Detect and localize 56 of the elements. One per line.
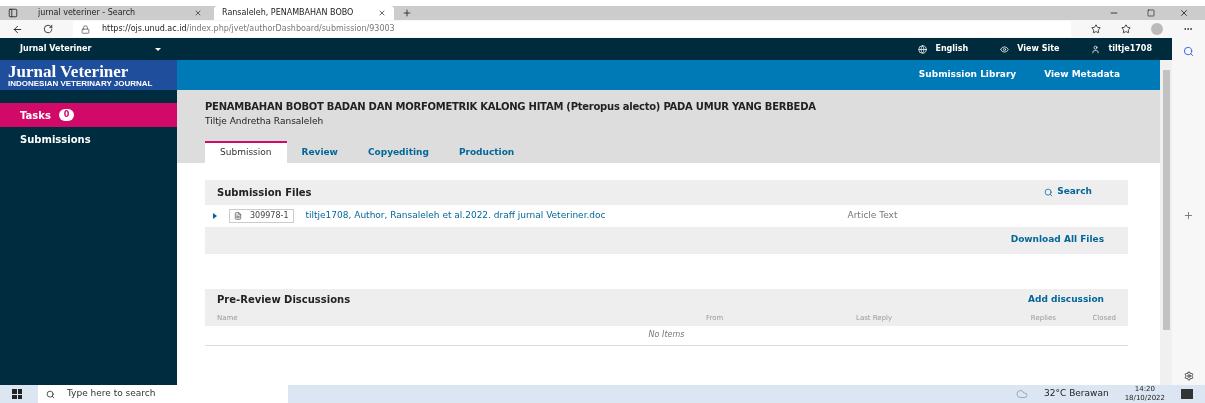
- user-icon: [1091, 44, 1101, 54]
- count-badge: 0: [58, 109, 75, 121]
- close-icon[interactable]: [1179, 8, 1189, 18]
- eye-icon: [1000, 44, 1010, 54]
- restore-icon[interactable]: [1147, 9, 1155, 17]
- search-link[interactable]: Search: [1044, 185, 1092, 199]
- file-icon: [234, 211, 242, 220]
- url-text: https://ojs.unud.ac.id/index.php/jvet/authorDashboard/submission/93003: [102, 23, 395, 35]
- settings-icon[interactable]: [1183, 371, 1194, 381]
- address-bar[interactable]: https://ojs.unud.ac.id/index.php/jvet/authorDashboard/submission/93003: [73, 21, 1071, 37]
- header-link[interactable]: Submission Library: [918, 68, 1017, 82]
- add-icon[interactable]: [1183, 210, 1194, 221]
- sidebar-item[interactable]: Tasks 0: [0, 103, 177, 127]
- logo-subtitle: INDONESIAN VETERINARY JOURNAL: [8, 79, 154, 88]
- globe-icon: [918, 44, 928, 54]
- lock-icon: [81, 24, 90, 34]
- search-icon[interactable]: [1183, 46, 1194, 57]
- search-icon: [1044, 187, 1054, 197]
- logo-title: Jurnal Veteriner: [8, 62, 130, 80]
- expand-icon[interactable]: [213, 212, 217, 219]
- add-discussion-link[interactable]: Add discussion: [1028, 292, 1104, 307]
- browser-tab[interactable]: Ransaleleh, PENAMBAHAN BOBO: [214, 6, 394, 20]
- top-link[interactable]: English: [918, 43, 969, 55]
- empty-message: No Items: [648, 329, 685, 341]
- top-link[interactable]: View Site: [1000, 43, 1060, 55]
- favorite-icon[interactable]: [1091, 24, 1101, 34]
- panel-title: Pre-Review Discussions: [217, 293, 352, 307]
- reload-icon[interactable]: [43, 24, 53, 34]
- header-link[interactable]: View Metadata: [1044, 68, 1120, 82]
- start-icon[interactable]: [12, 389, 22, 399]
- submission-title: PENAMBAHAN BOBOT BADAN DAN MORFOMETRIK KALONG HITAM (Pteropus alecto) PADA UMUR YANG BERBEDA: [205, 100, 817, 114]
- scrollbar[interactable]: [1160, 60, 1172, 385]
- tab[interactable]: Review: [286, 140, 353, 163]
- file-id: 309978-1: [229, 208, 294, 223]
- download-link[interactable]: Download All Files: [1010, 233, 1104, 247]
- back-icon[interactable]: [12, 23, 23, 35]
- caret-icon[interactable]: [155, 47, 161, 51]
- close-icon[interactable]: [378, 9, 386, 17]
- file-link[interactable]: tiltje1708, Author, Ransaleleh et al.2022. draff jurnal Veteriner.doc: [305, 208, 836, 223]
- tab[interactable]: Copyediting: [352, 140, 444, 163]
- taskbar-search[interactable]: Type here to search: [38, 385, 288, 403]
- close-icon[interactable]: [194, 9, 202, 17]
- sidebar-item[interactable]: Submissions: [0, 127, 177, 151]
- cloud-icon: [1016, 388, 1029, 400]
- top-link[interactable]: tiltje1708: [1091, 43, 1152, 55]
- weather-text: 32°C Berawan: [1044, 387, 1109, 401]
- search-icon: [46, 389, 55, 399]
- panel-title: Submission Files: [217, 185, 313, 200]
- tab[interactable]: Submission: [205, 140, 287, 163]
- tab-actions-icon[interactable]: [8, 8, 18, 18]
- tab[interactable]: Production: [443, 140, 530, 163]
- submission-author: Tiltje Andretha Ransaleleh: [205, 115, 325, 128]
- new-tab-icon[interactable]: [402, 8, 412, 18]
- file-type: Article Text: [847, 208, 898, 222]
- journal-menu[interactable]: Jurnal Veteriner: [20, 43, 155, 55]
- journal-logo[interactable]: Jurnal Veteriner INDONESIAN VETERINARY JOURNAL: [0, 60, 177, 90]
